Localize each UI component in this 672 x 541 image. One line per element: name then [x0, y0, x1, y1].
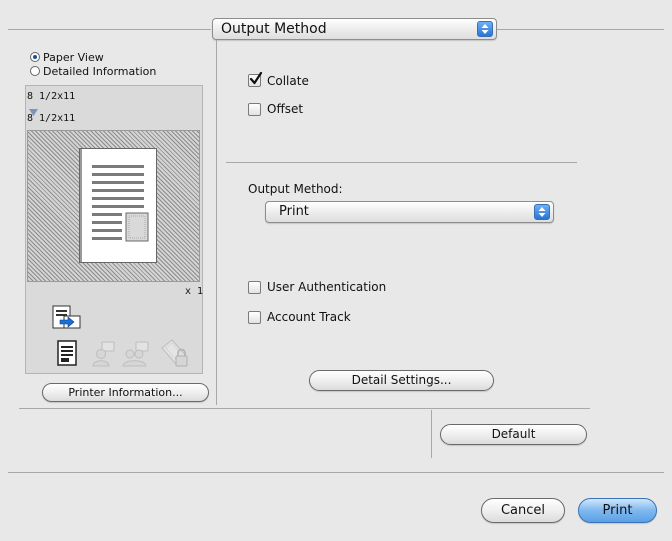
- account-track-label: Account Track: [267, 310, 351, 324]
- radio-paper-view-label: Paper View: [43, 51, 104, 64]
- secure-print-icon: [158, 338, 190, 371]
- footer-separator: [8, 472, 664, 473]
- original-size-label: 8 1/2x11: [27, 91, 76, 102]
- default-button[interactable]: Default: [440, 424, 587, 445]
- account-track-icon: [122, 341, 152, 370]
- radio-paper-view-button[interactable]: [30, 52, 40, 62]
- print-button[interactable]: Print: [578, 498, 657, 523]
- output-method-select[interactable]: Print: [265, 201, 554, 223]
- user-authentication-checkbox[interactable]: [248, 281, 261, 294]
- copies-count: x 1: [185, 286, 204, 297]
- collate-checkbox[interactable]: [248, 72, 263, 87]
- detail-settings-button[interactable]: Detail Settings...: [309, 370, 494, 391]
- output-size-label: 8 1/2x11: [27, 113, 76, 124]
- offset-checkbox[interactable]: [248, 103, 261, 116]
- output-method-panel-popup[interactable]: Output Method: [212, 18, 497, 40]
- output-tray-icon: [52, 305, 82, 334]
- popup-label: Output Method: [221, 21, 327, 37]
- radio-detailed-information-label: Detailed Information: [43, 65, 157, 78]
- radio-detailed-information[interactable]: Detailed Information: [30, 65, 156, 78]
- default-divider: [431, 410, 432, 458]
- offset-label: Offset: [267, 102, 304, 116]
- collate-label: Collate: [267, 74, 309, 88]
- options-separator: [226, 162, 577, 163]
- cancel-button[interactable]: Cancel: [481, 498, 565, 523]
- printer-information-button[interactable]: Printer Information...: [42, 383, 209, 402]
- radio-paper-view[interactable]: Paper View: [30, 51, 104, 64]
- left-panel-divider: [216, 40, 217, 405]
- preview-page-icon: [79, 148, 157, 263]
- output-method-arrows-icon: [534, 204, 550, 220]
- user-authentication-label: User Authentication: [267, 280, 387, 294]
- account-track-checkbox[interactable]: [248, 311, 261, 324]
- output-method-value: Print: [279, 204, 309, 219]
- lower-separator: [19, 408, 590, 409]
- top-separator-right: [497, 29, 664, 30]
- top-separator-left: [8, 29, 211, 30]
- radio-detailed-information-button[interactable]: [30, 66, 40, 76]
- output-method-label: Output Method:: [248, 182, 343, 196]
- document-settings-icon: [57, 340, 77, 369]
- user-auth-icon: [92, 341, 118, 370]
- popup-arrows-icon: [477, 21, 493, 37]
